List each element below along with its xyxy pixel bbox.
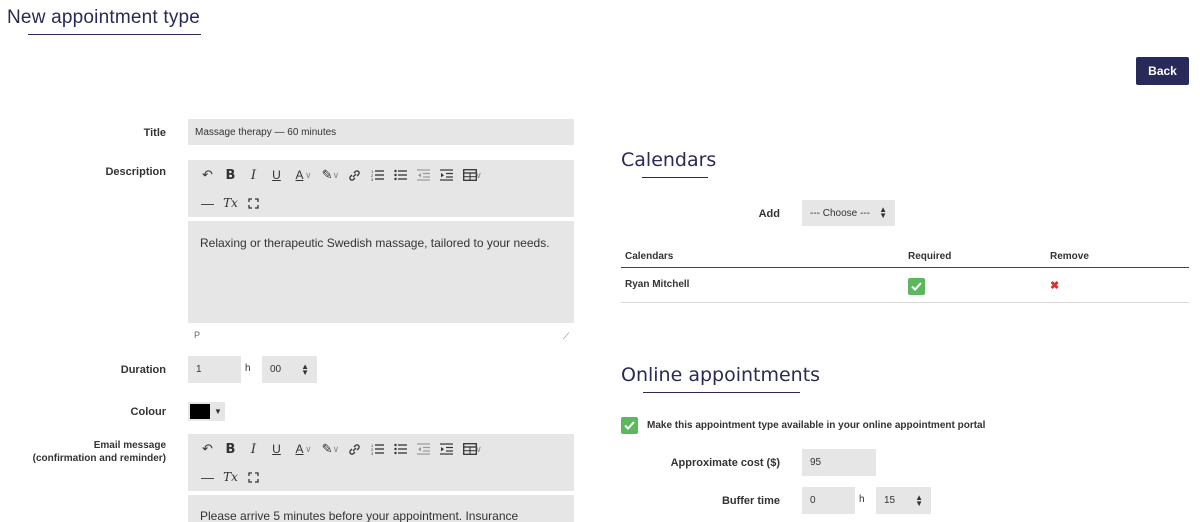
italic-button[interactable]: I	[242, 440, 265, 458]
duration-minutes-select[interactable]: 00 ▲ ▼	[262, 356, 317, 383]
check-icon	[624, 421, 635, 430]
portal-checkbox-label: Make this appointment type available in …	[647, 420, 986, 431]
bold-button[interactable]: B	[219, 440, 242, 458]
description-label: Description	[105, 166, 166, 178]
colour-picker[interactable]: ▼	[188, 402, 225, 421]
chevron-down-icon[interactable]: ∨	[333, 444, 340, 455]
clear-format-button[interactable]: Tx	[219, 468, 242, 486]
undo-icon[interactable]: ↶	[196, 440, 219, 458]
table-header-divider	[621, 267, 1189, 268]
indent-icon[interactable]	[435, 166, 458, 184]
resize-handle-icon[interactable]: ⟋	[563, 331, 569, 342]
duration-hours-input[interactable]: 1	[188, 356, 241, 383]
calendars-section-title: Calendars	[621, 149, 717, 171]
indent-icon[interactable]	[435, 440, 458, 458]
email-message-label: Email message (confirmation and reminder…	[20, 439, 166, 465]
title-input[interactable]: Massage therapy — 60 minutes	[188, 119, 574, 145]
caret-down-icon: ▼	[214, 407, 222, 416]
fullscreen-icon[interactable]	[242, 468, 265, 486]
calendar-name: Ryan Mitchell	[625, 279, 690, 290]
chevron-down-icon[interactable]: ∨	[305, 170, 312, 181]
col-header-required: Required	[908, 251, 952, 262]
chevron-down-icon[interactable]: ∨	[475, 444, 482, 455]
email-label-line2: (confirmation and reminder)	[32, 453, 166, 464]
buffer-hours-unit: h	[859, 494, 865, 505]
select-arrows-icon: ▲ ▼	[915, 492, 923, 508]
chevron-down-icon[interactable]: ∨	[475, 170, 482, 181]
description-editor[interactable]: Relaxing or therapeutic Swedish massage,…	[188, 221, 574, 323]
description-toolbar: ↶ B I U A ∨ ✎ ∨ 123 ∨ — Tx	[188, 160, 574, 217]
horizontal-rule-button[interactable]: —	[196, 468, 219, 486]
duration-minutes-value: 00	[270, 364, 282, 375]
svg-text:3: 3	[371, 451, 374, 455]
remove-calendar-icon[interactable]: ✖	[1050, 279, 1059, 292]
add-calendar-label: Add	[758, 208, 780, 220]
italic-button[interactable]: I	[242, 166, 265, 184]
email-editor[interactable]: Please arrive 5 minutes before your appo…	[188, 495, 574, 522]
add-calendar-select-value: --- Choose ---	[810, 207, 871, 219]
undo-icon[interactable]: ↶	[196, 166, 219, 184]
duration-label: Duration	[120, 364, 166, 376]
bold-button[interactable]: B	[219, 166, 242, 184]
title-label: Title	[143, 127, 166, 139]
approx-cost-label: Approximate cost ($)	[670, 457, 780, 469]
table-row-divider	[621, 302, 1189, 303]
buffer-minutes-value: 15	[884, 495, 896, 506]
portal-checkbox[interactable]	[621, 417, 638, 434]
select-arrows-icon: ▲ ▼	[879, 205, 887, 220]
ordered-list-icon[interactable]: 123	[366, 166, 389, 184]
add-calendar-select[interactable]: --- Choose --- ▲ ▼	[802, 200, 895, 226]
col-header-remove: Remove	[1050, 251, 1089, 262]
link-icon[interactable]	[343, 440, 366, 458]
clear-format-button[interactable]: Tx	[219, 194, 242, 212]
online-appointments-title-underline	[643, 392, 800, 393]
outdent-icon[interactable]	[412, 440, 435, 458]
colour-swatch	[190, 404, 210, 419]
page-title-underline	[28, 34, 201, 35]
calendars-title-underline	[642, 177, 708, 178]
buffer-minutes-select[interactable]: 15 ▲ ▼	[876, 487, 931, 514]
select-arrows-icon: ▲ ▼	[301, 361, 309, 377]
svg-text:3: 3	[371, 177, 374, 181]
chevron-down-icon[interactable]: ∨	[305, 444, 312, 455]
buffer-time-label: Buffer time	[721, 495, 780, 507]
online-appointments-section-title: Online appointments	[621, 364, 821, 386]
editor-path: P	[194, 330, 201, 340]
page-title: New appointment type	[7, 7, 201, 28]
outdent-icon[interactable]	[412, 166, 435, 184]
col-header-calendars: Calendars	[625, 251, 674, 262]
fullscreen-icon[interactable]	[242, 194, 265, 212]
bullet-list-icon[interactable]	[389, 440, 412, 458]
link-icon[interactable]	[343, 166, 366, 184]
check-icon	[911, 282, 922, 291]
approx-cost-input[interactable]: 95	[802, 449, 876, 476]
email-label-line1: Email message	[93, 440, 166, 451]
buffer-hours-input[interactable]: 0	[802, 487, 855, 514]
horizontal-rule-button[interactable]: —	[196, 194, 219, 212]
email-toolbar: ↶ B I U A ∨ ✎ ∨ 123 ∨ — Tx	[188, 434, 574, 491]
underline-button[interactable]: U	[265, 166, 288, 184]
duration-hours-unit: h	[245, 363, 251, 374]
required-checkbox[interactable]	[908, 278, 925, 295]
underline-button[interactable]: U	[265, 440, 288, 458]
back-button[interactable]: Back	[1136, 57, 1189, 85]
chevron-down-icon[interactable]: ∨	[333, 170, 340, 181]
ordered-list-icon[interactable]: 123	[366, 440, 389, 458]
bullet-list-icon[interactable]	[389, 166, 412, 184]
colour-label: Colour	[130, 406, 166, 418]
